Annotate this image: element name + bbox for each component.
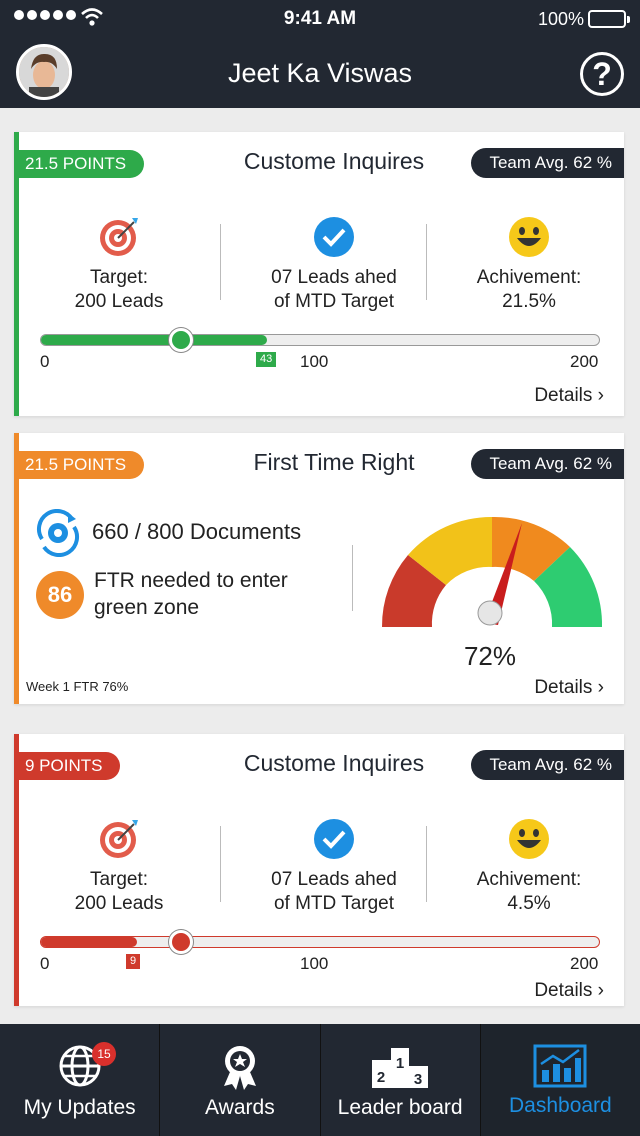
points-badge: 21.5 POINTS [19,451,145,479]
card-customer-inquiries-1: 21.5 POINTS Custome Inquires Team Avg. 6… [14,132,624,416]
progress-slider-knob[interactable] [169,328,193,352]
points-badge: 9 POINTS [19,752,121,780]
target-label: Target: [89,869,149,890]
checkmark-icon [314,217,354,257]
column-divider [220,224,221,300]
tab-leader-board[interactable]: 1 2 3 Leader board [321,1024,481,1136]
tab-label: Dashboard [509,1094,612,1117]
target-column: Target: 200 Leads [34,216,204,314]
progress-marker-tag: 9 [126,954,141,969]
achievement-label: Achivement: [476,267,582,288]
leads-column: 07 Leads ahed of MTD Target [236,216,432,314]
axis-min-label: 0 [40,954,50,973]
tab-awards[interactable]: Awards [160,1024,321,1136]
details-link[interactable]: Details › [534,980,604,1002]
target-column: Target: 200 Leads [34,818,204,916]
axis-mid-label: 100 [300,954,329,973]
tab-label: Leader board [337,1096,463,1119]
leads-line-1: 07 Leads ahed [271,869,397,890]
achievement-value: 4.5% [507,893,551,914]
column-divider [352,545,353,611]
gauge-hub [477,600,503,626]
award-icon [223,1046,256,1090]
target-value: 200 Leads [74,893,164,914]
details-link[interactable]: Details › [534,677,604,699]
details-link[interactable]: Details › [534,385,604,407]
team-average-badge: Team Avg. 62 % [471,750,624,780]
card-title: Custome Inquires [243,750,425,776]
chart-icon [533,1044,587,1088]
axis-min-label: 0 [40,352,50,371]
svg-text:1: 1 [396,1055,404,1072]
target-icon [100,820,138,858]
progress-fill [41,335,267,345]
progress-track [40,930,600,954]
card-title: First Time Right [253,449,415,475]
tab-my-updates[interactable]: 15 My Updates [0,1024,161,1136]
column-divider [220,826,221,902]
axis-max-label: 200 [570,352,599,371]
leads-line-2: of MTD Target [273,291,395,312]
progress-marker-tag: 43 [256,352,277,367]
team-average-badge: Team Avg. 62 % [471,449,624,479]
app-header: Jeet Ka Viswas ? [0,40,640,108]
target-value: 200 Leads [74,291,164,312]
achievement-column: Achivement: 4.5% [444,818,614,916]
target-icon [100,218,138,256]
progress-fill [41,937,137,947]
smiley-icon [509,819,549,859]
progress-slider-knob[interactable] [169,930,193,954]
battery-icon [588,10,630,28]
team-average-badge: Team Avg. 62 % [471,148,624,178]
checkmark-icon [314,819,354,859]
page-title: Jeet Ka Viswas [227,58,413,88]
ftr-gauge [381,516,603,627]
column-divider [426,826,427,902]
gear-sync-icon [36,509,80,557]
card-customer-inquiries-2: 9 POINTS Custome Inquires Team Avg. 62 %… [14,734,624,1006]
ftr-needed-line-2: green zone [94,596,200,619]
card-first-time-right: 21.5 POINTS First Time Right Team Avg. 6… [14,433,624,704]
achievement-value: 21.5% [502,291,556,312]
axis-max-label: 200 [570,954,599,973]
week-ftr-label: Week 1 FTR 76% [26,679,129,694]
bottom-tab-bar: 15 My Updates Awards 1 2 3 Leader board [0,1024,640,1136]
podium-icon: 1 2 3 [372,1048,429,1088]
leads-line-1: 07 Leads ahed [271,267,397,288]
achievement-label: Achivement: [476,869,582,890]
progress-track [40,328,600,352]
battery-percent: 100% [537,9,584,29]
notification-badge: 15 [92,1042,116,1066]
points-badge: 21.5 POINTS [19,150,145,178]
gauge-value: 72% [463,641,517,671]
tab-dashboard[interactable]: Dashboard [480,1024,640,1136]
tab-label: My Updates [23,1096,136,1119]
svg-text:2: 2 [377,1069,385,1086]
axis-mid-label: 100 [300,352,329,371]
target-label: Target: [89,267,149,288]
svg-text:3: 3 [414,1071,422,1088]
smiley-icon [509,217,549,257]
status-bar: 9:41 AM 100% [0,0,640,40]
tab-label: Awards [205,1096,275,1119]
column-divider [426,224,427,300]
leads-column: 07 Leads ahed of MTD Target [236,818,432,916]
ftr-needed-line-1: FTR needed to enter [94,569,288,592]
help-button[interactable]: ? [580,52,624,96]
card-title: Custome Inquires [243,148,425,174]
documents-count: 660 / 800 Documents [92,519,302,544]
leads-line-2: of MTD Target [273,893,395,914]
achievement-column: Achivement: 21.5% [444,216,614,314]
ftr-number-badge: 86 [36,571,84,619]
